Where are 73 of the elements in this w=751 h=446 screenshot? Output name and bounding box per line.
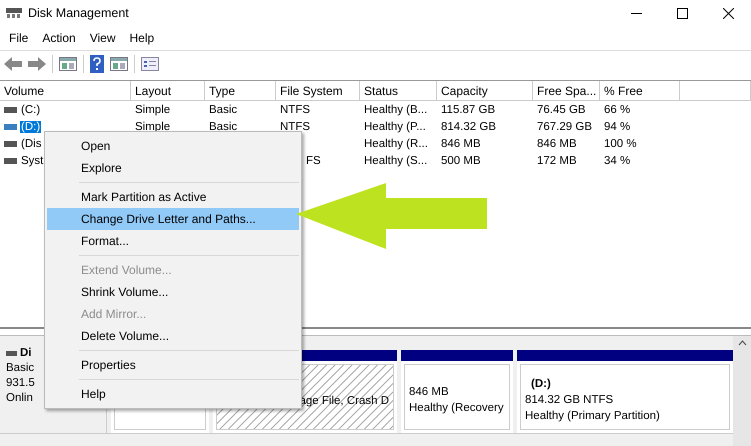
menu-option[interactable]: Shrink Volume... — [47, 281, 299, 303]
table-cell-text: Simple — [134, 120, 172, 132]
properties-icon[interactable] — [141, 57, 159, 71]
partition-info: Healthy (Primary Partition) — [525, 409, 660, 424]
drive-icon — [4, 106, 17, 112]
table-cell-text: 66 % — [603, 104, 632, 116]
partition-info: 846 MB — [409, 385, 449, 400]
column-header[interactable]: Free Spa... — [533, 81, 600, 100]
column-header[interactable]: % Free — [600, 81, 680, 100]
table-cell-text: Healthy (S... — [363, 154, 428, 166]
table-cell-text: Healthy (P... — [363, 120, 427, 132]
disk-info: Onlin — [6, 391, 33, 406]
disk-info: 931.5 — [6, 376, 35, 391]
table-cell-text: Basic — [208, 120, 238, 132]
window-title: Disk Management — [28, 6, 129, 20]
close-icon — [722, 8, 734, 18]
menu-option[interactable]: Open — [47, 135, 299, 157]
column-header[interactable]: Status — [360, 81, 437, 100]
table-cell-text: 846 MB — [440, 138, 482, 150]
table-cell-text: 814.32 GB — [440, 120, 497, 132]
menu-item[interactable]: View — [82, 31, 122, 45]
table-cell-text: 767.29 GB — [536, 120, 593, 132]
table-cell-text: 34 % — [603, 154, 632, 166]
disk-info: Basic — [6, 361, 34, 376]
drive-icon — [6, 351, 17, 356]
drive-name[interactable]: (C:) — [20, 104, 42, 116]
partition-info: 814.32 GB NTFS — [525, 393, 614, 408]
table-cell-text: Simple — [134, 104, 172, 116]
menu-item[interactable]: File — [2, 31, 36, 45]
menu-option[interactable]: Delete Volume... — [47, 325, 299, 347]
menu-option[interactable]: Explore — [47, 157, 299, 179]
partition-block[interactable]: (D:) 814.32 GB NTFS Healthy (Primary Partition) — [517, 350, 733, 433]
drive-icon — [4, 124, 17, 130]
help-icon[interactable] — [90, 55, 104, 73]
table-cell-text: Healthy (R... — [363, 138, 429, 150]
table-cell-text: Basic — [208, 104, 238, 116]
forward-icon[interactable] — [28, 57, 46, 71]
disk-icon — [6, 7, 22, 19]
scroll-up-icon[interactable] — [738, 340, 746, 346]
column-header[interactable]: File System — [276, 81, 360, 100]
partition-info: Healthy (Recovery — [409, 401, 504, 416]
partition-title: (D:) — [530, 377, 551, 392]
drive-icon — [4, 140, 17, 146]
table-cell-text: 100 % — [603, 138, 638, 150]
table-cell-text: 846 MB — [536, 138, 578, 150]
table-cell-text: Healthy (B... — [363, 104, 428, 116]
table-cell-text: 94 % — [603, 120, 632, 132]
menu-option[interactable]: Change Drive Letter and Paths... — [47, 208, 299, 230]
drive-name[interactable]: (D:) — [20, 120, 42, 132]
table-cell-text: 500 MB — [440, 154, 482, 166]
console-tree-icon[interactable] — [59, 57, 77, 71]
column-header[interactable]: Volume — [0, 81, 131, 100]
drive-name[interactable]: (Dis — [20, 138, 42, 150]
column-header[interactable]: Layout — [131, 81, 205, 100]
column-header[interactable]: Type — [205, 81, 276, 100]
partition-block[interactable]: 846 MB Healthy (Recovery — [401, 350, 513, 433]
maximize-icon — [676, 8, 688, 18]
menu-option[interactable]: Mark Partition as Active — [47, 186, 299, 208]
menu-item[interactable]: Action — [35, 31, 83, 45]
table-cell-text: 115.87 GB — [440, 104, 496, 116]
drive-name[interactable]: Syst — [20, 154, 44, 166]
drive-icon — [4, 158, 17, 164]
table-cell-text: 172 MB — [536, 154, 578, 166]
back-icon[interactable] — [4, 57, 22, 71]
table-cell-text: 76.45 GB — [536, 104, 587, 116]
menu-option[interactable]: Format... — [47, 230, 299, 252]
menu-item[interactable]: Help — [122, 31, 162, 45]
table-cell-text: FS — [305, 154, 322, 166]
table-cell-text: NTFS — [279, 104, 312, 116]
action-pane-icon[interactable] — [110, 57, 128, 71]
column-header[interactable]: Capacity — [437, 81, 533, 100]
table-cell-text: NTFS — [279, 120, 312, 132]
disk-name: Di — [20, 346, 32, 361]
